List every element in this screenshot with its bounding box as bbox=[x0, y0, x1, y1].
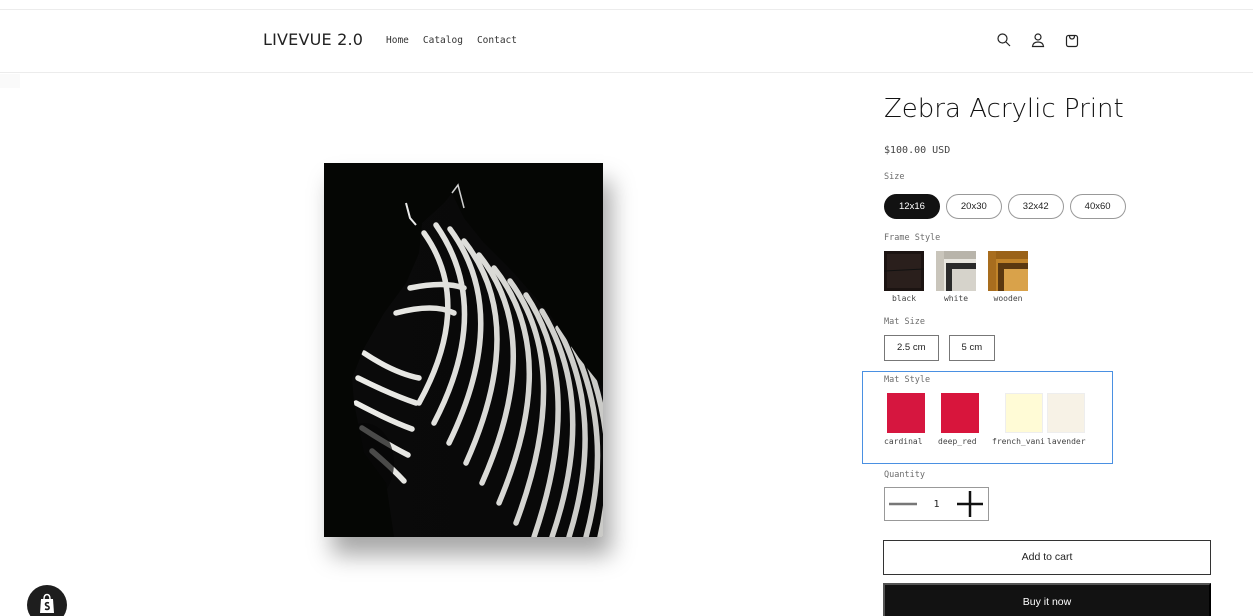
page-corner bbox=[0, 74, 20, 88]
header-icons bbox=[994, 30, 1082, 50]
zebra-photo bbox=[324, 163, 603, 537]
mat-option-deep-red[interactable]: deep_red bbox=[938, 393, 992, 446]
account-icon[interactable] bbox=[1028, 30, 1048, 50]
quantity-value[interactable]: 1 bbox=[921, 499, 952, 510]
mat-size-option-5cm[interactable]: 5 cm bbox=[948, 335, 996, 361]
lavender-swatch bbox=[1047, 393, 1085, 433]
size-options: 12x16 20x30 32x42 40x60 bbox=[884, 194, 1126, 219]
plus-icon[interactable] bbox=[952, 488, 988, 520]
black-frame-swatch bbox=[884, 251, 924, 291]
cardinal-swatch bbox=[887, 393, 925, 433]
frame-label-white: white bbox=[943, 294, 969, 303]
size-option-20x30[interactable]: 20x30 bbox=[945, 194, 1002, 219]
frame-option-black[interactable]: black bbox=[884, 251, 924, 303]
nav-home[interactable]: Home bbox=[386, 35, 409, 46]
nav-catalog[interactable]: Catalog bbox=[423, 35, 463, 46]
frame-style-label: Frame Style bbox=[884, 233, 941, 243]
mat-style-label: Mat Style bbox=[884, 375, 931, 385]
mat-size-option-2-5cm[interactable]: 2.5 cm bbox=[884, 335, 939, 361]
mat-label-lavender: lavender bbox=[1047, 437, 1086, 446]
size-option-40x60[interactable]: 40x60 bbox=[1069, 194, 1126, 219]
quantity-label: Quantity bbox=[884, 470, 925, 480]
frame-option-wooden[interactable]: wooden bbox=[988, 251, 1028, 303]
add-to-cart-button[interactable]: Add to cart bbox=[883, 540, 1211, 575]
size-option-32x42[interactable]: 32x42 bbox=[1007, 194, 1064, 219]
cart-icon[interactable] bbox=[1062, 30, 1082, 50]
product-image[interactable] bbox=[324, 163, 603, 537]
mat-label-cardinal: cardinal bbox=[884, 437, 923, 446]
mat-option-cardinal[interactable]: cardinal bbox=[884, 393, 938, 446]
deep-red-swatch bbox=[941, 393, 979, 433]
mat-option-french-vanilla[interactable]: french_vani bbox=[992, 393, 1047, 446]
quantity-stepper: 1 bbox=[884, 487, 989, 521]
site-logo[interactable]: LIVEVUE 2.0 bbox=[263, 30, 363, 49]
white-frame-swatch bbox=[936, 251, 976, 291]
mat-size-label: Mat Size bbox=[884, 317, 925, 327]
search-icon[interactable] bbox=[994, 30, 1014, 50]
mat-option-lavender[interactable]: lavender bbox=[1047, 393, 1091, 446]
shopify-icon[interactable] bbox=[27, 585, 67, 616]
frame-label-wooden: wooden bbox=[993, 294, 1023, 303]
buy-now-button[interactable]: Buy it now bbox=[883, 583, 1211, 616]
mat-style-options: cardinal deep_red french_vani lavender bbox=[884, 393, 1091, 446]
product-title: Zebra Acrylic Print bbox=[884, 94, 1124, 124]
frame-label-black: black bbox=[891, 294, 917, 303]
mat-label-deep-red: deep_red bbox=[938, 437, 977, 446]
browser-top-strip bbox=[0, 0, 1253, 10]
mat-label-french-vanilla: french_vani bbox=[992, 437, 1045, 446]
frame-style-options: black white wooden bbox=[884, 251, 1028, 303]
mat-size-options: 2.5 cm 5 cm bbox=[884, 335, 996, 361]
frame-option-white[interactable]: white bbox=[936, 251, 976, 303]
wooden-frame-swatch bbox=[988, 251, 1028, 291]
nav-contact[interactable]: Contact bbox=[477, 35, 517, 46]
product-price: $100.00 USD bbox=[884, 145, 951, 156]
site-header: LIVEVUE 2.0 Home Catalog Contact bbox=[0, 10, 1253, 73]
french-vanilla-swatch bbox=[1005, 393, 1043, 433]
size-label: Size bbox=[884, 172, 905, 182]
main-nav: Home Catalog Contact bbox=[386, 35, 517, 46]
size-option-12x16[interactable]: 12x16 bbox=[884, 194, 940, 219]
minus-icon[interactable] bbox=[885, 488, 921, 520]
